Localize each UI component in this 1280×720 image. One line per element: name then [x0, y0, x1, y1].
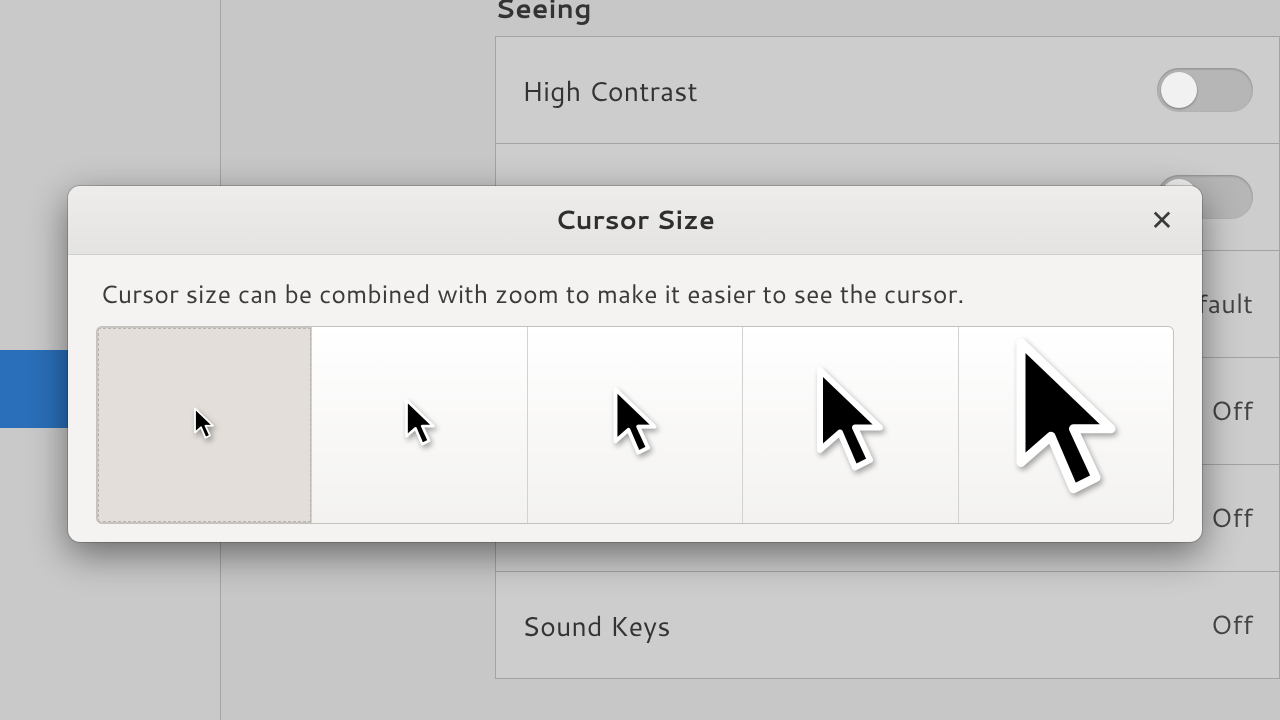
cursor-size-option-4[interactable]	[743, 327, 958, 523]
cursor-size-option-3[interactable]	[528, 327, 743, 523]
cursor-icon	[402, 398, 438, 452]
section-heading-seeing: Seeing	[495, 0, 592, 27]
dialog-title: Cursor Size	[555, 202, 715, 238]
dialog-header: Cursor Size ✕	[68, 186, 1202, 255]
row-value: Off	[1211, 607, 1253, 643]
row-value: Off	[1211, 500, 1253, 536]
dialog-description: Cursor size can be combined with zoom to…	[100, 277, 1174, 312]
row-high-contrast[interactable]: High Contrast	[496, 37, 1279, 144]
close-icon: ✕	[1150, 200, 1173, 240]
dialog-body: Cursor size can be combined with zoom to…	[68, 255, 1202, 542]
cursor-size-option-1[interactable]	[97, 327, 312, 523]
cursor-icon	[609, 386, 661, 464]
row-value: Off	[1211, 393, 1253, 429]
cursor-size-option-2[interactable]	[312, 327, 527, 523]
cursor-icon	[1006, 335, 1126, 515]
row-sound-keys[interactable]: Sound Keys Off	[496, 572, 1279, 678]
cursor-icon	[192, 407, 216, 443]
high-contrast-toggle[interactable]	[1157, 68, 1253, 112]
row-value: fault	[1197, 286, 1253, 322]
cursor-size-options	[96, 326, 1174, 524]
row-label: High Contrast	[522, 71, 698, 110]
cursor-icon	[810, 365, 890, 485]
row-label: Sound Keys	[522, 606, 671, 645]
cursor-size-dialog: Cursor Size ✕ Cursor size can be combine…	[68, 186, 1202, 542]
cursor-size-option-5[interactable]	[959, 327, 1173, 523]
close-button[interactable]: ✕	[1142, 200, 1182, 240]
